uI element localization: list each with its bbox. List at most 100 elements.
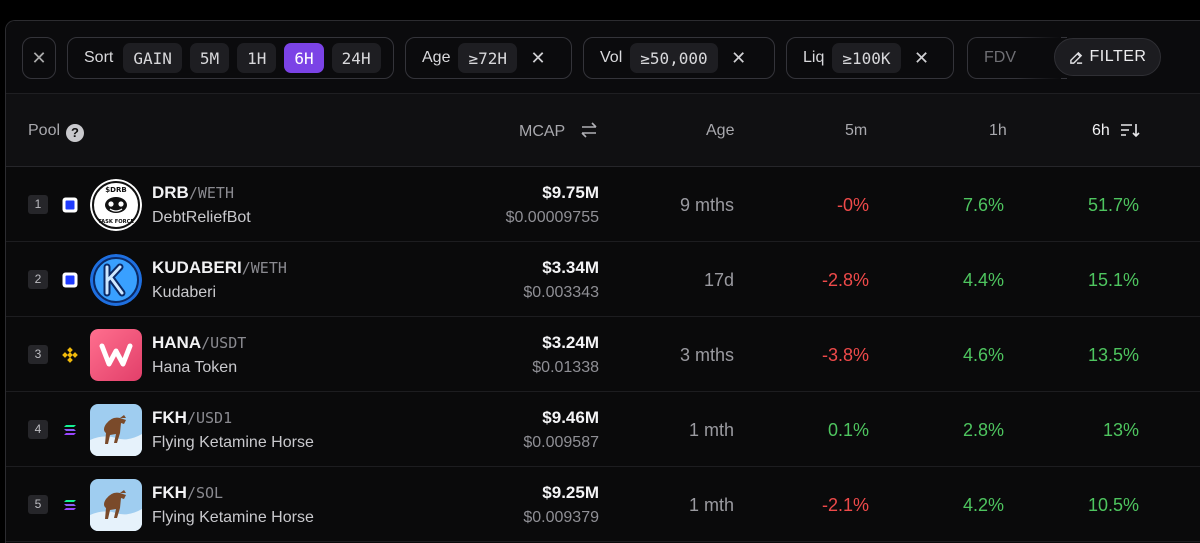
pair-name[interactable]: FKH/SOL	[152, 483, 223, 503]
mcap-value: $9.46M	[542, 408, 599, 427]
table-row[interactable]: 4 FKH/USD1 Flying Ketamine Horse $9.46M …	[6, 392, 1200, 467]
col-age[interactable]: Age	[706, 122, 734, 140]
token-avatar	[90, 254, 142, 306]
quote-symbol: /WETH	[241, 259, 287, 277]
swap-icon[interactable]	[579, 122, 599, 138]
table-row[interactable]: 5 FKH/SOL Flying Ketamine Horse $9.25M $…	[6, 467, 1200, 542]
vol-filter[interactable]: Vol ≥50,000 ✕	[583, 37, 775, 79]
sort-option-6h[interactable]: 6H	[284, 43, 324, 73]
token-avatar	[90, 329, 142, 381]
price-value: $0.00009755	[505, 209, 599, 226]
change-1h: 4.6%	[962, 345, 1004, 365]
fdv-filter-label: FDV	[984, 49, 1016, 66]
token-avatar	[90, 404, 142, 456]
row-rank: 4	[28, 420, 48, 439]
pair-name[interactable]: DRB/WETH	[152, 183, 234, 203]
close-button[interactable]: ✕	[22, 37, 56, 79]
vol-filter-clear-icon[interactable]: ✕	[722, 48, 756, 69]
solana-chain-icon	[64, 500, 76, 510]
pair-name[interactable]: KUDABERI/WETH	[152, 258, 287, 278]
help-icon[interactable]: ?	[66, 124, 85, 142]
col-mcap[interactable]: MCAP	[519, 122, 599, 141]
change-5m: -2.1%	[821, 495, 869, 515]
token-name: Flying Ketamine Horse	[152, 509, 314, 526]
pair-name[interactable]: FKH/USD1	[152, 408, 232, 428]
age-value: 1 mth	[688, 420, 734, 440]
change-1h: 2.8%	[962, 420, 1004, 440]
change-6h: 10.5%	[1087, 495, 1139, 515]
base-symbol: KUDABERI	[152, 258, 242, 277]
col-6h[interactable]: 6h	[1092, 122, 1140, 140]
col-1h[interactable]: 1h	[989, 122, 1007, 140]
age-filter-value[interactable]: ≥72H	[458, 43, 517, 73]
change-5m: -2.8%	[821, 270, 869, 290]
price-value: $0.003343	[523, 284, 599, 301]
col-mcap-label: MCAP	[519, 123, 565, 140]
change-1h: 4.4%	[962, 270, 1004, 290]
change-6h: 15.1%	[1087, 270, 1139, 290]
quote-symbol: /WETH	[188, 184, 234, 202]
base-symbol: DRB	[152, 183, 189, 202]
vol-filter-value[interactable]: ≥50,000	[630, 43, 718, 73]
sort-option-1h[interactable]: 1H	[237, 43, 277, 73]
mcap-value: $9.75M	[542, 183, 599, 202]
pair-name[interactable]: HANA/USDT	[152, 333, 246, 353]
base-symbol: FKH	[152, 483, 187, 502]
table-row[interactable]: 3 HANA/USDT Hana Token $3.24M $0.01338 3…	[6, 317, 1200, 392]
filter-toolbar: ✕ Sort GAIN 5M 1H 6H 24H Age ≥72H ✕ Vol …	[6, 21, 1200, 93]
sort-option-5m[interactable]: 5M	[189, 43, 230, 73]
row-rank: 5	[28, 495, 48, 514]
base-symbol: FKH	[152, 408, 187, 427]
change-5m: -3.8%	[821, 345, 869, 365]
liq-filter-clear-icon[interactable]: ✕	[905, 48, 939, 69]
filter-button[interactable]: FILTER	[1054, 38, 1161, 76]
token-avatar	[90, 479, 142, 531]
table-header: Pool? MCAP Age 5m 1h 6h	[6, 93, 1200, 167]
quote-symbol: /USD1	[186, 409, 233, 427]
pools-panel: ✕ Sort GAIN 5M 1H 6H 24H Age ≥72H ✕ Vol …	[5, 20, 1200, 543]
sort-option-24h[interactable]: 24H	[331, 43, 381, 73]
base-chain-icon	[62, 197, 78, 213]
sort-desc-icon	[1121, 124, 1140, 138]
table-row[interactable]: 1 $DRB TASK FORCE DRB/WETH DebtReliefBot…	[6, 167, 1200, 242]
age-value: 17d	[703, 270, 734, 290]
liq-filter-label: Liq	[803, 49, 825, 66]
price-value: $0.009379	[523, 509, 599, 526]
age-value: 9 mths	[679, 195, 734, 215]
quote-symbol: /SOL	[186, 484, 224, 502]
filter-button-label: FILTER	[1089, 48, 1147, 65]
age-filter-clear-icon[interactable]: ✕	[521, 48, 555, 69]
mcap-value: $3.34M	[542, 258, 599, 277]
token-name: Kudaberi	[152, 284, 217, 301]
token-name: Hana Token	[152, 359, 238, 376]
change-5m: -0%	[836, 195, 869, 215]
row-rank: 1	[28, 195, 48, 214]
token-avatar: $DRB TASK FORCE	[90, 179, 142, 231]
base-chain-icon	[62, 272, 78, 288]
quote-symbol: /USDT	[201, 334, 247, 352]
liq-filter[interactable]: Liq ≥100K ✕	[786, 37, 954, 79]
age-value: 3 mths	[679, 345, 734, 365]
row-rank: 2	[28, 270, 48, 289]
change-1h: 7.6%	[962, 195, 1004, 215]
base-symbol: HANA	[152, 333, 202, 352]
change-5m: 0.1%	[827, 420, 869, 440]
sort-group: Sort GAIN 5M 1H 6H 24H	[67, 37, 394, 79]
price-value: $0.009587	[523, 434, 599, 451]
table-row[interactable]: 2 KUDABERI/WETH Kudaberi $3.34M $0.00334…	[6, 242, 1200, 317]
change-6h: 13%	[1102, 420, 1139, 440]
change-6h: 51.7%	[1087, 195, 1139, 215]
sort-option-gain[interactable]: GAIN	[123, 43, 182, 73]
col-6h-label: 6h	[1092, 122, 1110, 139]
sort-label: Sort	[84, 49, 114, 66]
drb-logo-text-top: $DRB	[105, 186, 126, 194]
liq-filter-value[interactable]: ≥100K	[832, 43, 901, 73]
bnb-chain-icon	[62, 347, 78, 363]
col-pool[interactable]: Pool?	[28, 122, 85, 142]
change-1h: 4.2%	[962, 495, 1004, 515]
solana-chain-icon	[64, 425, 76, 435]
col-5m[interactable]: 5m	[845, 122, 867, 140]
age-filter[interactable]: Age ≥72H ✕	[405, 37, 572, 79]
close-icon: ✕	[31, 47, 47, 68]
price-value: $0.01338	[532, 359, 599, 376]
